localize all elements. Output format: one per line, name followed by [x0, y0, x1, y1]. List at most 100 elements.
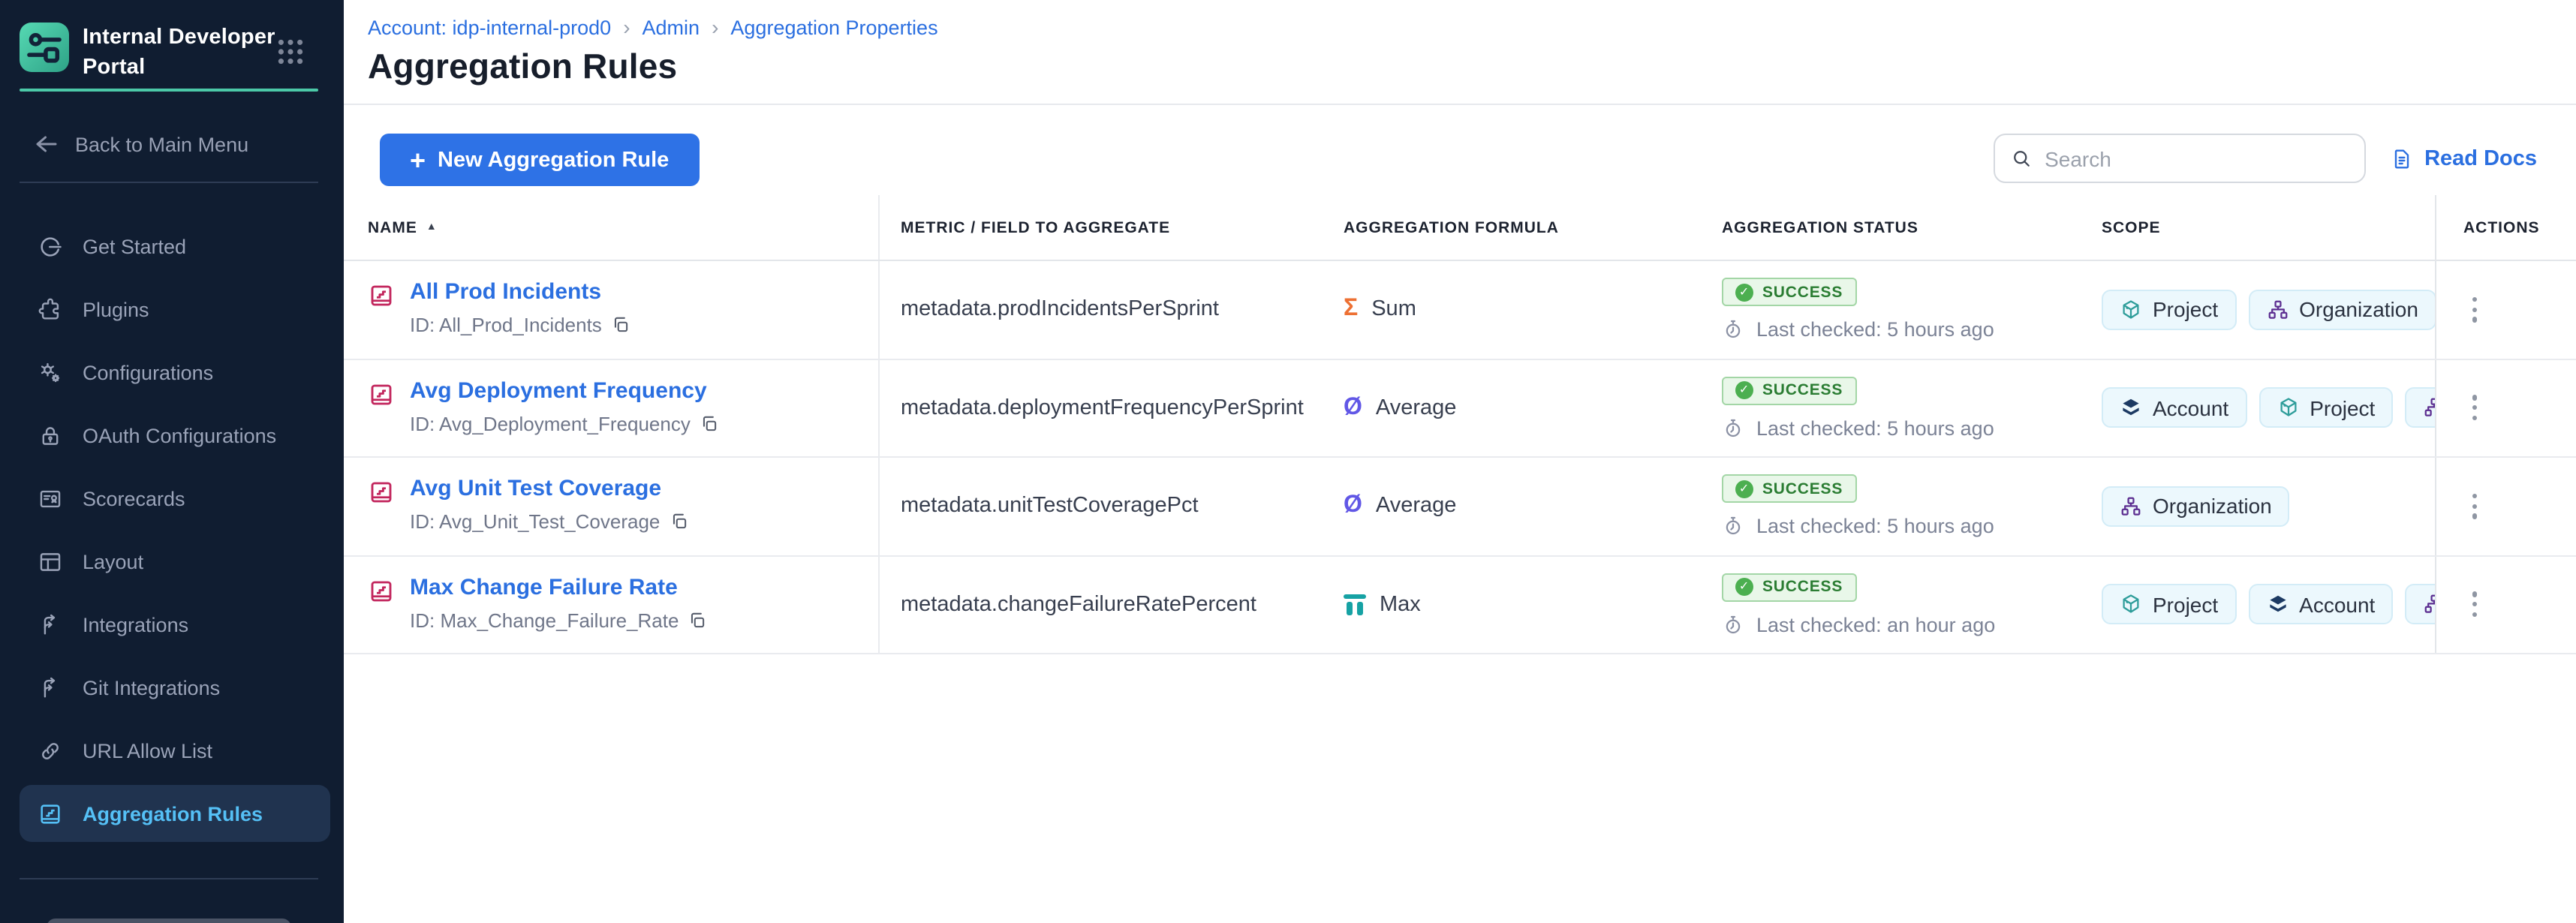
- breadcrumb-admin[interactable]: Admin: [642, 16, 700, 38]
- sidebar-item-aggregation-rules[interactable]: Aggregation Rules: [20, 785, 330, 842]
- sigma-icon: Σ: [1344, 298, 1358, 322]
- formula-label: Max: [1380, 593, 1421, 617]
- copy-icon[interactable]: [611, 315, 630, 335]
- rule-id: ID: All_Prod_Incidents: [410, 314, 602, 336]
- sidebar-item-label: Aggregation Rules: [83, 802, 263, 825]
- scope-chip-account: Account: [2248, 585, 2393, 625]
- project-cube-icon: [2120, 594, 2142, 616]
- sidebar-item-oauth-configurations[interactable]: OAuth Configurations: [0, 404, 344, 467]
- new-rule-label: New Aggregation Rule: [438, 148, 669, 172]
- last-checked-text: Last checked: 5 hours ago: [1756, 319, 1994, 341]
- chevron-right-icon: ›: [712, 15, 718, 39]
- rule-id: ID: Avg_Deployment_Frequency: [410, 412, 691, 434]
- column-header-actions: ACTIONS: [2435, 195, 2576, 260]
- scope-chip-account: Account: [2102, 388, 2246, 428]
- scope-chip-project: Project: [2102, 585, 2236, 625]
- scope-chip-organization: Organization: [2102, 486, 2290, 527]
- scope-chip-project: Project: [2259, 388, 2393, 428]
- last-checked-text: Last checked: an hour ago: [1756, 614, 1995, 636]
- lock-icon: [38, 422, 63, 448]
- status-label: SUCCESS: [1762, 579, 1843, 597]
- sidebar-item-label: Get Started: [83, 235, 186, 257]
- rule-name-link[interactable]: Max Change Failure Rate: [410, 574, 707, 600]
- sidebar-bottom-item[interactable]: [47, 918, 291, 923]
- status-label: SUCCESS: [1762, 382, 1843, 400]
- aggregation-rule-icon: [368, 282, 395, 309]
- sidebar-item-scorecards[interactable]: Scorecards: [0, 467, 344, 530]
- new-aggregation-rule-button[interactable]: + New Aggregation Rule: [380, 134, 699, 186]
- app-window: Internal Developer Portal Back to Main M…: [0, 0, 2576, 923]
- layout-icon: [38, 549, 63, 574]
- sidebar-item-get-started[interactable]: Get Started: [0, 215, 344, 278]
- sidebar-divider-bottom: [20, 878, 318, 879]
- last-checked: Last checked: an hour ago: [1722, 614, 1995, 636]
- row-actions-menu[interactable]: [2466, 389, 2483, 426]
- sidebar-item-layout[interactable]: Layout: [0, 530, 344, 593]
- row-actions-menu[interactable]: [2466, 586, 2483, 623]
- sidebar-nav: Get Started Plugins Configuration: [0, 215, 344, 845]
- sidebar-item-configurations[interactable]: Configurations: [0, 341, 344, 404]
- rule-id: ID: Avg_Unit_Test_Coverage: [410, 510, 660, 533]
- row-actions-menu[interactable]: [2466, 291, 2483, 328]
- table-row: Avg Deployment Frequency ID: Avg_Deploym…: [344, 359, 2576, 458]
- column-header-metric: METRIC / FIELD TO AGGREGATE: [880, 195, 1323, 260]
- rule-name-link[interactable]: Avg Unit Test Coverage: [410, 476, 688, 501]
- back-to-main-menu[interactable]: Back to Main Menu: [33, 131, 248, 158]
- breadcrumb: Account: idp-internal-prod0 › Admin › Ag…: [368, 15, 2576, 39]
- last-checked: Last checked: 5 hours ago: [1722, 319, 1994, 341]
- copy-icon[interactable]: [688, 610, 707, 630]
- read-docs-link[interactable]: Read Docs: [2390, 146, 2537, 170]
- organization-icon: [2120, 495, 2142, 518]
- app-grid-icon[interactable]: [275, 36, 306, 68]
- aggregation-icon: [38, 801, 63, 826]
- rule-name-link[interactable]: Avg Deployment Frequency: [410, 377, 719, 403]
- breadcrumb-account[interactable]: Account: idp-internal-prod0: [368, 16, 611, 38]
- organization-icon: [2423, 594, 2435, 616]
- scope-chip-organization: Organization: [2248, 290, 2435, 330]
- table-row: Max Change Failure Rate ID: Max_Change_F…: [344, 556, 2576, 654]
- metric-value: metadata.prodIncidentsPerSprint: [901, 298, 1219, 322]
- back-label: Back to Main Menu: [75, 133, 248, 155]
- last-checked: Last checked: 5 hours ago: [1722, 417, 1994, 440]
- project-cube-icon: [2277, 397, 2299, 419]
- status-badge: ✓ SUCCESS: [1722, 278, 1856, 307]
- status-badge: ✓ SUCCESS: [1722, 377, 1856, 405]
- last-checked: Last checked: 5 hours ago: [1722, 516, 1994, 538]
- formula-label: Average: [1376, 396, 1457, 420]
- sidebar-item-url-allow-list[interactable]: URL Allow List: [0, 719, 344, 782]
- sidebar-item-label: Scorecards: [83, 487, 185, 510]
- plugins-icon: [38, 296, 63, 322]
- sidebar-item-plugins[interactable]: Plugins: [0, 278, 344, 341]
- column-header-scope: SCOPE: [2081, 195, 2435, 260]
- search-input[interactable]: [2045, 146, 2349, 170]
- read-docs-label: Read Docs: [2424, 146, 2537, 170]
- stopwatch-icon: [1722, 516, 1744, 538]
- row-actions-menu[interactable]: [2466, 488, 2483, 525]
- search-icon: [2010, 147, 2033, 170]
- sidebar-item-integrations[interactable]: Integrations: [0, 593, 344, 656]
- average-icon: Ø: [1344, 396, 1362, 420]
- document-icon: [2390, 146, 2414, 170]
- chevron-right-icon: ›: [623, 15, 630, 39]
- rule-name-link[interactable]: All Prod Incidents: [410, 279, 630, 305]
- sidebar: Internal Developer Portal Back to Main M…: [0, 0, 344, 923]
- stopwatch-icon: [1722, 417, 1744, 440]
- sidebar-item-label: Layout: [83, 550, 143, 573]
- column-header-name[interactable]: NAME ▲: [344, 195, 880, 260]
- table-row: All Prod Incidents ID: All_Prod_Incident…: [344, 261, 2576, 359]
- table-header-row: NAME ▲ METRIC / FIELD TO AGGREGATE AGGRE…: [344, 195, 2576, 261]
- check-icon: ✓: [1735, 382, 1753, 400]
- status-label: SUCCESS: [1762, 284, 1843, 302]
- fork-arrows-icon: [38, 612, 63, 637]
- sidebar-item-git-integrations[interactable]: Git Integrations: [0, 656, 344, 719]
- aggregation-rule-icon: [368, 380, 395, 407]
- app-logo-icon: [20, 23, 69, 72]
- fork-arrows-icon: [38, 675, 63, 700]
- toolbar-right: Read Docs: [1994, 134, 2537, 183]
- search-box: [1994, 134, 2366, 183]
- status-badge: ✓ SUCCESS: [1722, 475, 1856, 504]
- sidebar-item-label: Integrations: [83, 613, 188, 636]
- copy-icon[interactable]: [669, 512, 688, 531]
- breadcrumb-aggregation-properties[interactable]: Aggregation Properties: [730, 16, 937, 38]
- copy-icon[interactable]: [700, 413, 719, 433]
